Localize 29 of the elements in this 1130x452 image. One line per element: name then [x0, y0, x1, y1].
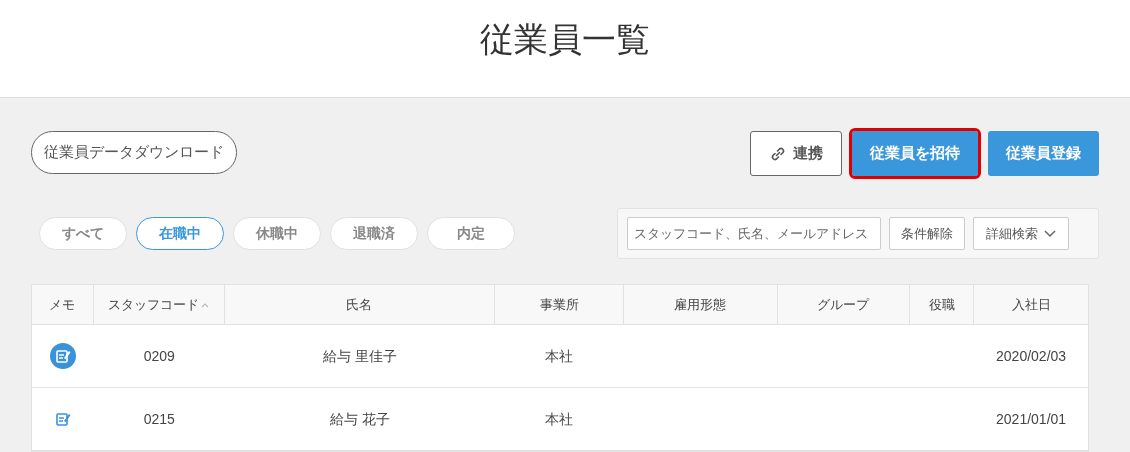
column-header[interactable]: 氏名	[224, 285, 496, 324]
column-header[interactable]: グループ	[777, 285, 911, 324]
status-tab[interactable]: すべて	[39, 217, 127, 250]
search-field[interactable]: スタッフコード、氏名、メールアドレス	[627, 217, 881, 250]
column-header[interactable]: スタッフコード	[93, 285, 225, 324]
table-cell-text: 0215	[143, 409, 175, 429]
status-tab[interactable]: 退職済	[330, 217, 418, 250]
page-title: 従業員一覧	[480, 19, 650, 60]
column-header[interactable]: メモ	[32, 285, 94, 324]
table-cell-text: 本社	[545, 409, 574, 429]
column-header[interactable]: 雇用形態	[623, 285, 778, 324]
status-tab[interactable]: 内定	[427, 217, 515, 250]
status-tab[interactable]: 休職中	[233, 217, 321, 250]
table-cell-text: 給与 里佳子	[322, 346, 397, 366]
advanced-search-button[interactable]: 詳細検索	[973, 217, 1069, 250]
sort-ascending-icon	[201, 301, 210, 308]
chevron-down-icon	[1044, 229, 1056, 238]
table-cell-text: 2021/01/01	[996, 409, 1067, 429]
column-header[interactable]: 入社日	[974, 285, 1088, 324]
table-cell-text: 2020/02/03	[996, 346, 1067, 366]
link-button[interactable]: 連携	[750, 131, 842, 176]
memo-icon[interactable]	[48, 342, 77, 370]
column-header[interactable]: 役職	[910, 285, 975, 324]
column-header[interactable]: 事業所	[495, 285, 624, 324]
clear-button[interactable]: 条件解除	[889, 217, 965, 250]
table-cell-text: 0209	[143, 346, 175, 366]
table-cell-text: 給与 花子	[329, 409, 390, 429]
download-button[interactable]: 従業員データダウンロード	[31, 131, 237, 174]
table-cell-text: 本社	[545, 346, 574, 366]
